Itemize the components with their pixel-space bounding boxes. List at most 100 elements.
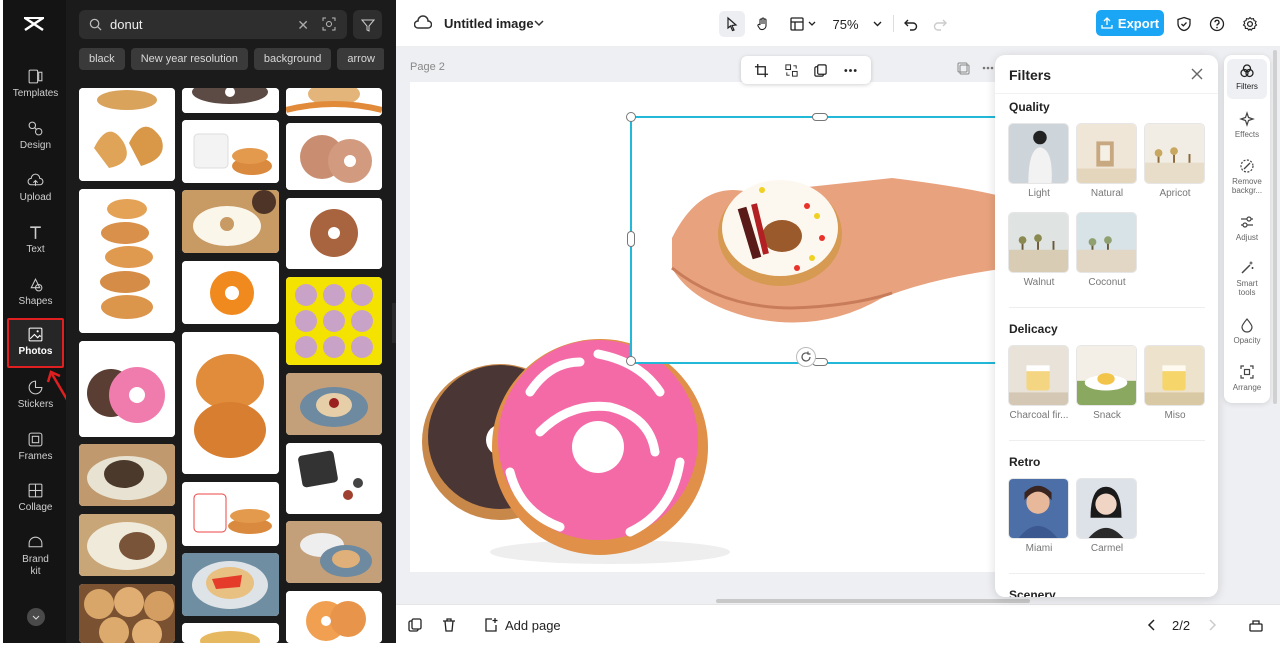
resize-handle[interactable] bbox=[627, 231, 635, 247]
tool-filters[interactable]: Filters bbox=[1227, 59, 1267, 99]
tool-opacity[interactable]: Opacity bbox=[1227, 317, 1267, 345]
photo-result[interactable] bbox=[286, 88, 382, 116]
chevron-down-icon bbox=[808, 21, 815, 26]
photo-result[interactable] bbox=[182, 261, 279, 324]
canvas-page[interactable] bbox=[410, 82, 1015, 572]
search-filter-button[interactable] bbox=[353, 10, 382, 39]
rail-item-templates[interactable]: Templates bbox=[7, 62, 64, 110]
photo-result[interactable] bbox=[182, 553, 279, 616]
image-search-icon[interactable] bbox=[321, 16, 337, 32]
photo-result[interactable] bbox=[79, 189, 175, 333]
resize-handle[interactable] bbox=[812, 113, 828, 121]
shield-button[interactable] bbox=[1173, 11, 1195, 37]
photo-result[interactable] bbox=[79, 514, 175, 576]
export-button[interactable]: Export bbox=[1096, 10, 1164, 36]
document-title[interactable]: Untitled image bbox=[444, 16, 534, 31]
cloud-save-icon[interactable] bbox=[414, 15, 432, 31]
close-icon[interactable] bbox=[1190, 67, 1204, 81]
next-page-button[interactable] bbox=[1204, 616, 1220, 634]
photo-result[interactable] bbox=[182, 623, 279, 643]
clear-search-icon[interactable]: ✕ bbox=[297, 17, 309, 34]
photo-result[interactable] bbox=[182, 332, 279, 474]
photo-result[interactable] bbox=[286, 123, 382, 190]
duplicate-icon[interactable] bbox=[813, 63, 828, 78]
photo-result[interactable] bbox=[79, 444, 175, 506]
help-button[interactable] bbox=[1206, 11, 1228, 37]
filter-thumb-charcoal[interactable] bbox=[1008, 345, 1069, 406]
duplicate-page-button[interactable] bbox=[407, 616, 423, 634]
photo-result[interactable] bbox=[182, 88, 279, 113]
photo-result[interactable] bbox=[79, 584, 175, 643]
filter-thumb-snack[interactable] bbox=[1076, 345, 1137, 406]
tool-smart-tools[interactable]: Smart tools bbox=[1227, 260, 1267, 297]
vertical-scrollbar[interactable] bbox=[1273, 50, 1277, 404]
filter-thumb-light[interactable] bbox=[1008, 123, 1069, 184]
opacity-drop-icon bbox=[1241, 318, 1253, 333]
photo-result[interactable] bbox=[286, 198, 382, 269]
filter-thumb-miami[interactable] bbox=[1008, 478, 1069, 539]
chevron-down-icon[interactable] bbox=[534, 19, 544, 27]
tool-remove-background[interactable]: Remove backgr... bbox=[1227, 158, 1267, 195]
rail-label: Upload bbox=[19, 192, 52, 203]
rail-item-upload[interactable]: Upload bbox=[7, 166, 64, 214]
chip-arrow[interactable]: arrow bbox=[337, 48, 384, 70]
search-input[interactable] bbox=[110, 17, 280, 32]
section-title-quality: Quality bbox=[1009, 100, 1050, 114]
chip-black[interactable]: black bbox=[79, 48, 125, 70]
photo-result[interactable] bbox=[286, 443, 382, 514]
tool-adjust[interactable]: Adjust bbox=[1227, 214, 1267, 242]
photo-result[interactable] bbox=[79, 88, 175, 181]
photo-result[interactable] bbox=[286, 521, 382, 583]
replace-image-icon[interactable] bbox=[784, 63, 799, 78]
filter-thumb-walnut[interactable] bbox=[1008, 212, 1069, 273]
undo-button[interactable] bbox=[899, 11, 923, 37]
add-page-button[interactable]: Add page bbox=[483, 616, 561, 634]
page-options-icon[interactable] bbox=[956, 61, 996, 75]
rail-item-collage[interactable]: Collage bbox=[7, 476, 64, 524]
settings-button[interactable] bbox=[1239, 11, 1261, 37]
filter-funnel-icon bbox=[360, 19, 375, 32]
design-icon bbox=[28, 121, 43, 136]
photo-result[interactable] bbox=[79, 341, 175, 437]
resize-handle[interactable] bbox=[626, 356, 636, 366]
tool-effects[interactable]: Effects bbox=[1227, 111, 1267, 139]
filter-thumb-carmel[interactable] bbox=[1076, 478, 1137, 539]
resize-handle[interactable] bbox=[626, 112, 636, 122]
selected-image-frame[interactable] bbox=[626, 112, 1015, 366]
delete-page-button[interactable] bbox=[441, 616, 457, 634]
redo-button[interactable] bbox=[928, 11, 952, 37]
shield-check-icon bbox=[1177, 16, 1191, 32]
rail-item-text[interactable]: Text bbox=[7, 218, 64, 266]
filter-thumb-coconut[interactable] bbox=[1076, 212, 1137, 273]
photo-result[interactable] bbox=[182, 120, 279, 183]
crop-icon[interactable] bbox=[754, 63, 769, 78]
tool-arrange[interactable]: Arrange bbox=[1227, 364, 1267, 392]
chip-new-year-resolution[interactable]: New year resolution bbox=[130, 48, 248, 70]
layout-menu-button[interactable] bbox=[784, 11, 820, 37]
zoom-dropdown[interactable]: 75% bbox=[826, 11, 888, 37]
photo-result[interactable] bbox=[286, 277, 382, 365]
select-tool-button[interactable] bbox=[719, 11, 745, 37]
photo-result[interactable] bbox=[286, 373, 382, 435]
chip-background[interactable]: background bbox=[253, 48, 332, 70]
more-options-icon[interactable] bbox=[843, 63, 858, 78]
capcut-logo-icon[interactable] bbox=[22, 12, 46, 36]
horizontal-scrollbar[interactable] bbox=[716, 599, 1030, 603]
rotate-handle[interactable] bbox=[796, 347, 816, 367]
rail-item-brand-kit[interactable]: Brand kit bbox=[7, 528, 64, 582]
photo-result[interactable] bbox=[286, 591, 382, 643]
rail-item-shapes[interactable]: Shapes bbox=[7, 270, 64, 318]
filter-thumb-natural[interactable] bbox=[1076, 123, 1137, 184]
photo-result[interactable] bbox=[182, 482, 279, 546]
previous-page-button[interactable] bbox=[1144, 616, 1160, 634]
rail-item-design[interactable]: Design bbox=[7, 114, 64, 162]
photo-result[interactable] bbox=[182, 190, 279, 253]
filter-thumb-apricot[interactable] bbox=[1144, 123, 1205, 184]
rail-item-photos[interactable]: Photos bbox=[7, 318, 64, 368]
hand-tool-button[interactable] bbox=[750, 11, 776, 37]
filter-thumb-miso[interactable] bbox=[1144, 345, 1205, 406]
rail-label: Shapes bbox=[18, 296, 53, 307]
rail-collapse-button[interactable] bbox=[27, 608, 45, 626]
layers-button[interactable] bbox=[1248, 616, 1264, 634]
rail-item-frames[interactable]: Frames bbox=[7, 425, 64, 473]
